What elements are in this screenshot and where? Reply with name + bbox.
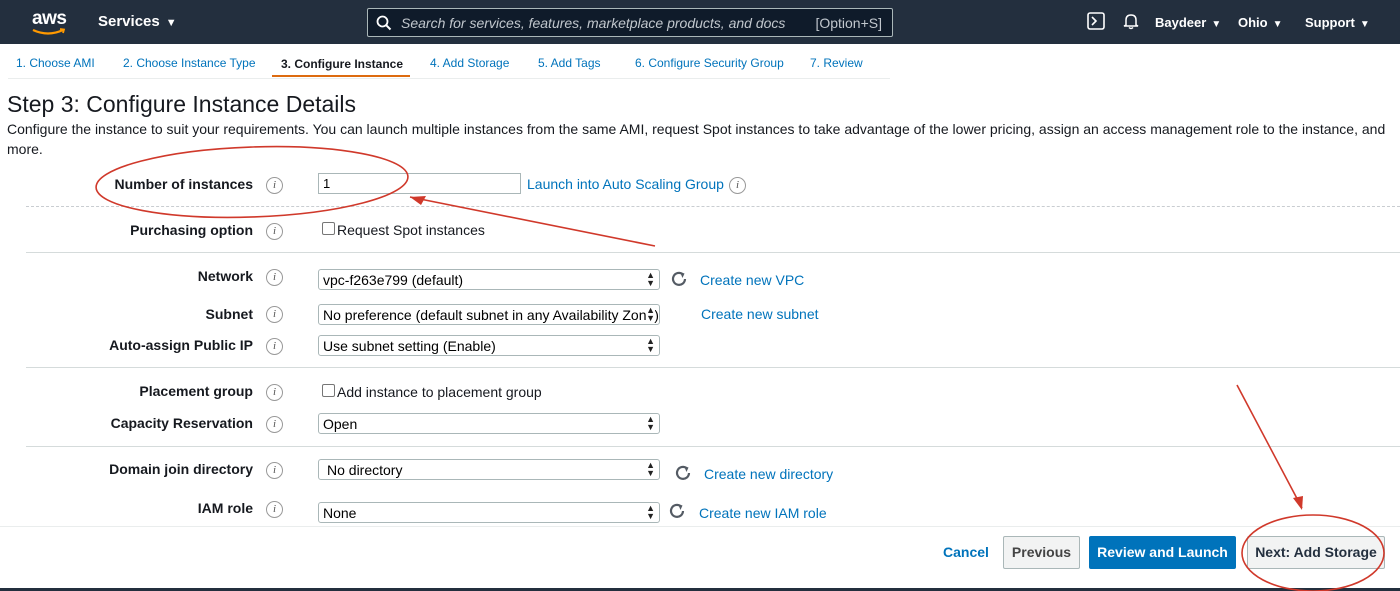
top-nav-bar: aws Services ▼ Search for services, featu… — [0, 0, 1400, 44]
select-arrows-icon: ▲ ▼ — [646, 460, 655, 478]
iam-role-value: None — [323, 505, 357, 521]
network-label: Network — [197, 268, 253, 284]
auto-assign-ip-label: Auto-assign Public IP — [109, 337, 253, 353]
annotation-arrowhead-next — [1293, 496, 1303, 510]
iam-role-select[interactable]: None ▲ ▼ — [318, 502, 660, 523]
caret-down-icon: ▼ — [1211, 19, 1222, 30]
divider — [26, 446, 1400, 447]
purchasing-option-label: Purchasing option — [130, 222, 253, 238]
number-of-instances-input[interactable] — [318, 173, 521, 194]
placement-group-checkbox[interactable] — [322, 384, 335, 397]
domain-join-select[interactable]: No directory ▲ ▼ — [318, 459, 660, 480]
aws-logo[interactable]: aws — [30, 8, 70, 36]
divider — [26, 252, 1400, 253]
create-new-subnet-link[interactable]: Create new subnet — [701, 306, 819, 322]
caret-down-icon: ▼ — [1359, 19, 1370, 30]
launch-auto-scaling-link[interactable]: Launch into Auto Scaling Group — [527, 176, 724, 192]
network-value: vpc-f263e799 (default) — [323, 272, 464, 288]
info-icon[interactable]: i — [266, 223, 283, 240]
page-title: Step 3: Configure Instance Details — [7, 91, 357, 117]
info-icon[interactable]: i — [266, 269, 283, 286]
caret-down-icon: ▼ — [165, 17, 177, 29]
create-new-iam-role-link[interactable]: Create new IAM role — [699, 505, 827, 521]
step-configure-instance[interactable]: 3. Configure Instance — [281, 57, 403, 71]
support-label: Support — [1305, 15, 1355, 30]
aws-smile-icon — [32, 28, 66, 35]
capacity-reservation-label: Capacity Reservation — [110, 415, 253, 431]
select-arrows-icon: ▲ ▼ — [646, 336, 655, 354]
account-menu[interactable]: Baydeer ▼ — [1155, 15, 1221, 30]
instances-label: Number of instances — [114, 176, 253, 192]
page-description: Configure the instance to suit your requ… — [7, 121, 1386, 157]
subnet-label: Subnet — [205, 306, 253, 322]
review-and-launch-button[interactable]: Review and Launch — [1089, 536, 1236, 569]
subnet-select[interactable]: No preference (default subnet in any Ava… — [318, 304, 660, 325]
info-icon[interactable]: i — [266, 384, 283, 401]
refresh-icon[interactable] — [668, 502, 686, 520]
auto-assign-ip-value: Use subnet setting (Enable) — [323, 338, 496, 354]
info-icon[interactable]: i — [266, 416, 283, 433]
cloudshell-icon[interactable] — [1087, 12, 1105, 30]
steps-divider — [8, 78, 890, 79]
cancel-button[interactable]: Cancel — [936, 537, 996, 570]
subnet-value: No preference (default subnet in any Ava… — [323, 307, 659, 323]
divider — [26, 206, 1400, 207]
services-menu[interactable]: Services ▼ — [98, 13, 177, 30]
annotation-arrowhead-instances — [410, 196, 426, 205]
info-icon[interactable]: i — [266, 501, 283, 518]
domain-join-label: Domain join directory — [109, 461, 253, 477]
network-select[interactable]: vpc-f263e799 (default) ▲ ▼ — [318, 269, 660, 290]
iam-role-label: IAM role — [197, 500, 253, 516]
info-icon[interactable]: i — [266, 462, 283, 479]
active-step-indicator — [272, 75, 410, 77]
select-arrows-icon: ▲ ▼ — [646, 305, 655, 323]
aws-logo-text: aws — [32, 8, 67, 29]
step-review[interactable]: 7. Review — [810, 56, 863, 70]
search-icon — [376, 15, 392, 31]
wizard-steps: 1. Choose AMI 2. Choose Instance Type 3.… — [0, 44, 1400, 80]
auto-assign-ip-select[interactable]: Use subnet setting (Enable) ▲ ▼ — [318, 335, 660, 356]
region-label: Ohio — [1238, 15, 1268, 30]
info-icon[interactable]: i — [266, 338, 283, 355]
select-arrows-icon: ▲ ▼ — [646, 270, 655, 288]
placement-group-checkbox-label: Add instance to placement group — [337, 384, 542, 400]
caret-down-icon: ▼ — [1272, 19, 1283, 30]
search-placeholder: Search for services, features, marketpla… — [401, 15, 786, 31]
info-icon[interactable]: i — [729, 177, 746, 194]
select-arrows-icon: ▲ ▼ — [646, 503, 655, 521]
create-new-directory-link[interactable]: Create new directory — [704, 466, 833, 482]
domain-join-value: No directory — [327, 462, 403, 478]
step-add-tags[interactable]: 5. Add Tags — [538, 56, 601, 70]
capacity-reservation-value: Open — [323, 416, 358, 432]
placement-group-label: Placement group — [139, 383, 253, 399]
info-icon[interactable]: i — [266, 306, 283, 323]
footer-divider — [0, 526, 1400, 527]
create-new-vpc-link[interactable]: Create new VPC — [700, 272, 804, 288]
request-spot-checkbox[interactable] — [322, 222, 335, 235]
info-icon[interactable]: i — [266, 177, 283, 194]
support-menu[interactable]: Support ▼ — [1305, 15, 1370, 30]
previous-button[interactable]: Previous — [1003, 536, 1080, 569]
step-add-storage[interactable]: 4. Add Storage — [430, 56, 509, 70]
account-label: Baydeer — [1155, 15, 1207, 30]
search-bar[interactable]: Search for services, features, marketpla… — [367, 8, 893, 37]
step-choose-instance-type[interactable]: 2. Choose Instance Type — [123, 56, 256, 70]
capacity-reservation-select[interactable]: Open ▲ ▼ — [318, 413, 660, 434]
refresh-icon[interactable] — [674, 464, 692, 482]
refresh-icon[interactable] — [670, 270, 688, 288]
region-menu[interactable]: Ohio ▼ — [1238, 15, 1283, 30]
step-configure-security-group[interactable]: 6. Configure Security Group — [635, 56, 784, 70]
search-shortcut: [Option+S] — [815, 15, 882, 31]
services-label: Services — [98, 13, 160, 30]
bell-icon[interactable] — [1122, 12, 1140, 30]
select-arrows-icon: ▲ ▼ — [646, 414, 655, 432]
request-spot-label: Request Spot instances — [337, 222, 485, 238]
step-choose-ami[interactable]: 1. Choose AMI — [16, 56, 95, 70]
next-add-storage-button[interactable]: Next: Add Storage — [1247, 536, 1385, 569]
divider — [26, 367, 1400, 368]
